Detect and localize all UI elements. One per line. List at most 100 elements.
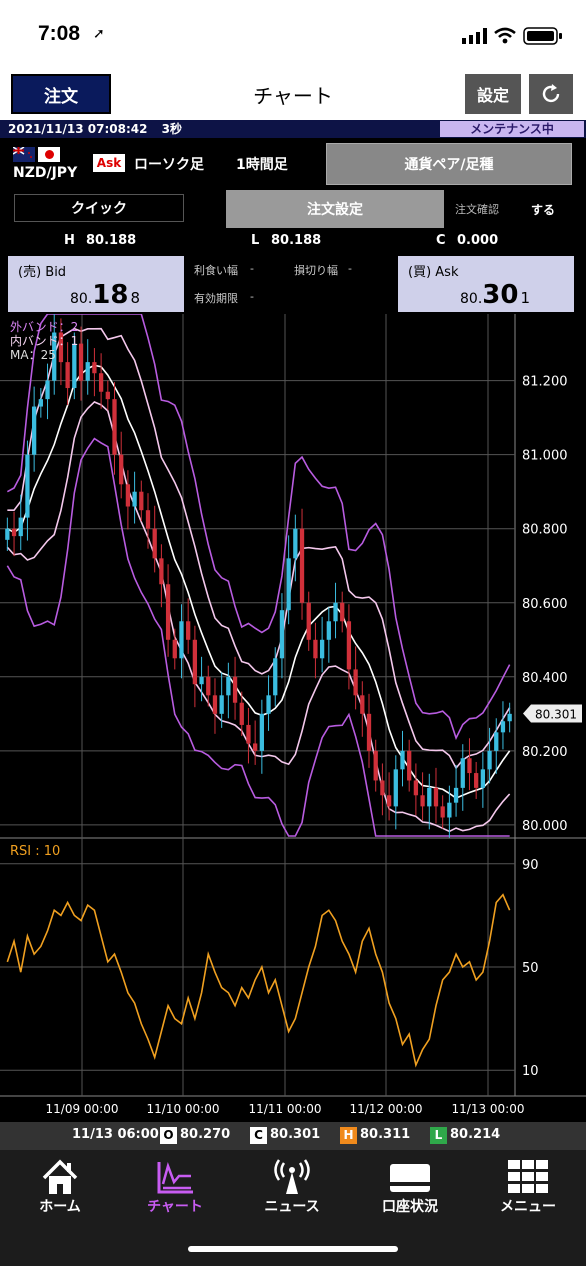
cellular-signal-icon [462, 28, 487, 44]
candle [413, 780, 419, 796]
candle [11, 528, 17, 537]
tab-account[interactable]: 口座状況 [368, 1150, 452, 1218]
candle [65, 362, 70, 389]
tab-quick[interactable]: クイック [14, 194, 184, 222]
tab-account-label: 口座状況 [382, 1199, 438, 1215]
bid-price-prefix: 80. [70, 291, 93, 307]
candle [293, 528, 298, 559]
ask-label: (買) Ask [408, 265, 459, 280]
refresh-button[interactable] [529, 74, 573, 114]
candle [400, 750, 405, 770]
order-confirm-value[interactable]: する [531, 201, 555, 218]
ohlc-low: L 80.214 [430, 1127, 500, 1144]
ohlc-open: O 80.270 [160, 1127, 230, 1144]
home-indicator [188, 1246, 398, 1252]
candle [440, 806, 445, 818]
candle [119, 454, 124, 485]
candle [112, 399, 117, 455]
datetime: 2021/11/13 07:08:42 [8, 122, 148, 136]
legend-outer-band: 外バンド：2 [10, 320, 79, 334]
chart-area[interactable]: 81.200 81.000 80.800 80.600 80.400 80.200 80.0… [0, 314, 586, 1122]
tabs-row: クイック 注文設定 注文確認 する [0, 188, 586, 230]
ask-price-prefix: 80. [460, 291, 483, 307]
candle [92, 362, 97, 374]
bid-price-sub: 8 [130, 289, 140, 307]
candle [125, 484, 131, 507]
pair-select-button[interactable]: 通貨ペア/足種 [326, 143, 572, 185]
candle [386, 795, 392, 807]
tab-order-settings[interactable]: 注文設定 [226, 190, 444, 228]
candle [199, 676, 204, 685]
chart-svg[interactable]: 81.200 81.000 80.800 80.600 80.400 80.200 80.0… [0, 314, 586, 1122]
high-value: 80.188 [86, 233, 137, 248]
candle [366, 713, 372, 751]
currency-flags [12, 146, 60, 166]
candle [326, 621, 331, 640]
bid-button[interactable]: (売) Bid 80.18 8 [8, 256, 184, 312]
ask-price-big: 30 [482, 280, 519, 310]
candle-type: ローソク足 [134, 157, 204, 173]
candle [159, 558, 164, 585]
candle [474, 773, 479, 788]
candle [286, 558, 291, 611]
candle [18, 517, 23, 537]
ask-price-sub: 1 [520, 289, 530, 307]
tab-home-label: ホーム [39, 1199, 81, 1215]
candle [172, 639, 177, 659]
expiry-label: 有効期限 [194, 292, 238, 305]
candle [45, 380, 50, 400]
news-icon [274, 1159, 310, 1194]
expiry-value[interactable]: - [250, 290, 254, 303]
candle [313, 639, 318, 659]
wifi-icon [494, 27, 516, 44]
candle [500, 721, 506, 733]
tab-news-label: ニュース [264, 1199, 320, 1215]
low-tag: L [430, 1127, 447, 1144]
candle [360, 695, 365, 714]
update-interval: 3秒 [161, 122, 182, 136]
tab-home[interactable]: ホーム [20, 1150, 100, 1218]
open-tag: O [160, 1127, 177, 1144]
time-tick-label: 11/12 00:00 [350, 1102, 423, 1116]
candle [340, 602, 345, 622]
candle [85, 362, 90, 381]
take-profit-value[interactable]: - [250, 262, 254, 275]
candle [333, 602, 338, 622]
ask-badge[interactable]: Ask [93, 154, 125, 172]
tab-chart[interactable]: チャート [135, 1150, 215, 1218]
ohlc-close: C 80.301 [250, 1127, 320, 1144]
candle [78, 343, 84, 381]
ask-button[interactable]: (買) Ask 80.30 1 [398, 256, 574, 312]
stop-loss-value[interactable]: - [348, 262, 352, 275]
candle [299, 528, 305, 603]
candle [239, 702, 244, 725]
candle [206, 676, 211, 696]
candle [433, 787, 439, 807]
candle [494, 732, 499, 751]
candle [25, 454, 30, 518]
tab-menu[interactable]: メニュー [486, 1150, 570, 1218]
rsi-tick-label: 90 [522, 858, 539, 873]
low-value-bar: 80.214 [450, 1127, 501, 1142]
ask-price: 80.30 1 [460, 280, 530, 310]
high-value-bar: 80.311 [360, 1127, 411, 1142]
time-tick-label: 11/09 00:00 [46, 1102, 119, 1116]
price-tick-label: 80.800 [522, 523, 568, 538]
candle [246, 724, 251, 744]
stop-loss-label: 損切り幅 [294, 264, 338, 277]
candle [266, 695, 271, 714]
time-tick-label: 11/11 00:00 [249, 1102, 322, 1116]
take-profit-label: 利食い幅 [194, 264, 238, 277]
close-value: 0.000 [457, 233, 499, 248]
settings-button[interactable]: 設定 [465, 74, 521, 114]
price-tick-label: 80.600 [522, 597, 568, 612]
price-row: (売) Bid 80.18 8 利食い幅 - 損切り幅 - 有効期限 - (買) … [0, 252, 586, 314]
tab-news[interactable]: ニュース [252, 1150, 332, 1218]
candle [31, 406, 37, 455]
candle [380, 780, 385, 796]
candle [373, 750, 378, 781]
hlc-row: H 80.188 L 80.188 C 0.000 [0, 230, 586, 252]
close-tag: C [250, 1127, 267, 1144]
time-tick-label: 11/10 00:00 [147, 1102, 220, 1116]
candle [226, 676, 231, 696]
